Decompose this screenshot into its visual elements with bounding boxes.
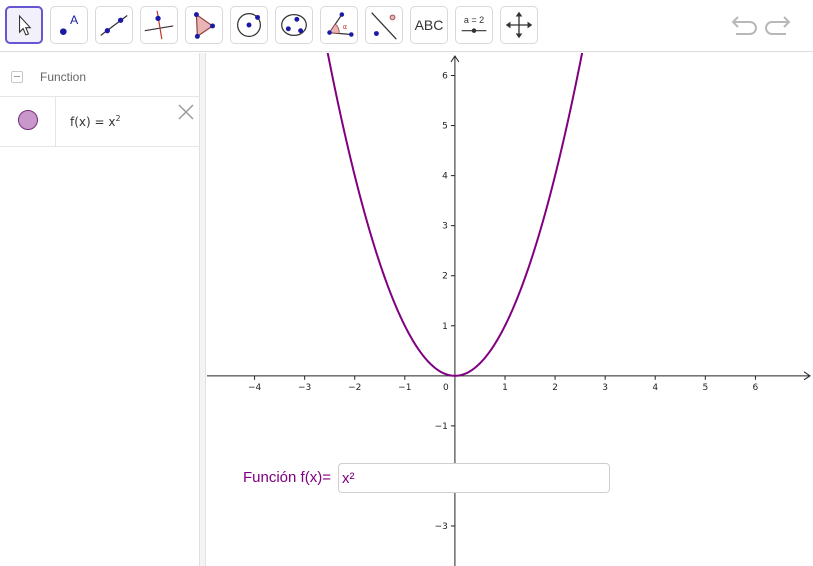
line-tool-button[interactable] [95, 6, 133, 44]
line-icon [100, 15, 128, 36]
perpendicular-tool-button[interactable] [140, 6, 178, 44]
input-box-caption: Función f(x)= [243, 469, 331, 486]
x-tick-label: −1 [398, 383, 411, 393]
panel-divider[interactable] [200, 53, 206, 566]
x-tick-label: −2 [348, 383, 361, 393]
marble-cell [0, 97, 56, 146]
circle-tool-button[interactable] [230, 6, 268, 44]
svg-text:α: α [343, 23, 348, 31]
x-tick-label: 5 [702, 383, 708, 393]
x-tick-label: 2 [552, 383, 558, 393]
circle-center-point-icon [237, 13, 261, 37]
algebra-group-header: Function [0, 53, 200, 97]
visibility-toggle[interactable] [18, 110, 38, 130]
text-tool-button[interactable]: ABC [410, 6, 448, 44]
move-tool-button[interactable] [5, 6, 43, 44]
toolbar: A α ABC a = 2 [0, 0, 813, 52]
angle-tool-button[interactable]: α [320, 6, 358, 44]
expression-text: f(x) = x [70, 115, 116, 129]
expression-exponent: 2 [115, 114, 121, 123]
y-tick-label: 2 [442, 272, 448, 282]
x-tick-label: 1 [502, 383, 508, 393]
polygon-tool-button[interactable] [185, 6, 223, 44]
undo-icon [731, 16, 757, 35]
svg-text:A: A [70, 13, 79, 27]
slider-icon-label: a = 2 [464, 15, 484, 25]
move-graphics-tool-button[interactable] [500, 6, 538, 44]
group-label: Function [40, 70, 87, 84]
conic-tool-button[interactable] [275, 6, 313, 44]
undo-button[interactable] [726, 10, 758, 42]
move-graphics-view-icon [505, 11, 533, 39]
x-tick-label: −3 [298, 383, 311, 393]
y-tick-label: 5 [442, 122, 448, 132]
redo-icon [765, 16, 791, 35]
conic-through-points-icon [281, 13, 307, 37]
algebra-expression[interactable]: f(x) = x2 [70, 114, 121, 129]
redo-button[interactable] [764, 10, 796, 42]
reflect-tool-button[interactable] [365, 6, 403, 44]
y-tick-label: −1 [435, 422, 448, 432]
x-tick-label: −4 [248, 383, 262, 393]
y-tick-label: 1 [442, 322, 448, 332]
algebra-item-f[interactable]: f(x) = x2 [0, 97, 200, 147]
x-tick-label: 3 [602, 383, 608, 393]
polygon-icon [193, 12, 215, 39]
text-tool-icon: ABC [414, 17, 444, 33]
y-tick-label: 6 [442, 72, 448, 82]
collapse-icon[interactable] [11, 71, 23, 83]
y-tick-label: −3 [435, 522, 448, 532]
angle-icon: α [327, 12, 354, 37]
point-tool-button[interactable]: A [50, 6, 88, 44]
algebra-view: Function f(x) = x2 [0, 53, 200, 566]
slider-icon: a = 2 [461, 15, 487, 33]
perpendicular-line-icon [144, 10, 174, 40]
point-icon: A [60, 13, 79, 35]
y-tick-label: 4 [442, 172, 448, 182]
x-tick-label: 0 [443, 383, 449, 393]
function-input-field[interactable]: x² [338, 463, 610, 493]
move-pointer-icon [18, 14, 32, 36]
x-tick-label: 4 [652, 383, 658, 393]
x-tick-label: 6 [753, 383, 759, 393]
slider-tool-button[interactable]: a = 2 [455, 6, 493, 44]
y-tick-label: 3 [442, 222, 448, 232]
reflect-about-line-icon [371, 12, 397, 40]
close-icon[interactable] [176, 102, 196, 122]
